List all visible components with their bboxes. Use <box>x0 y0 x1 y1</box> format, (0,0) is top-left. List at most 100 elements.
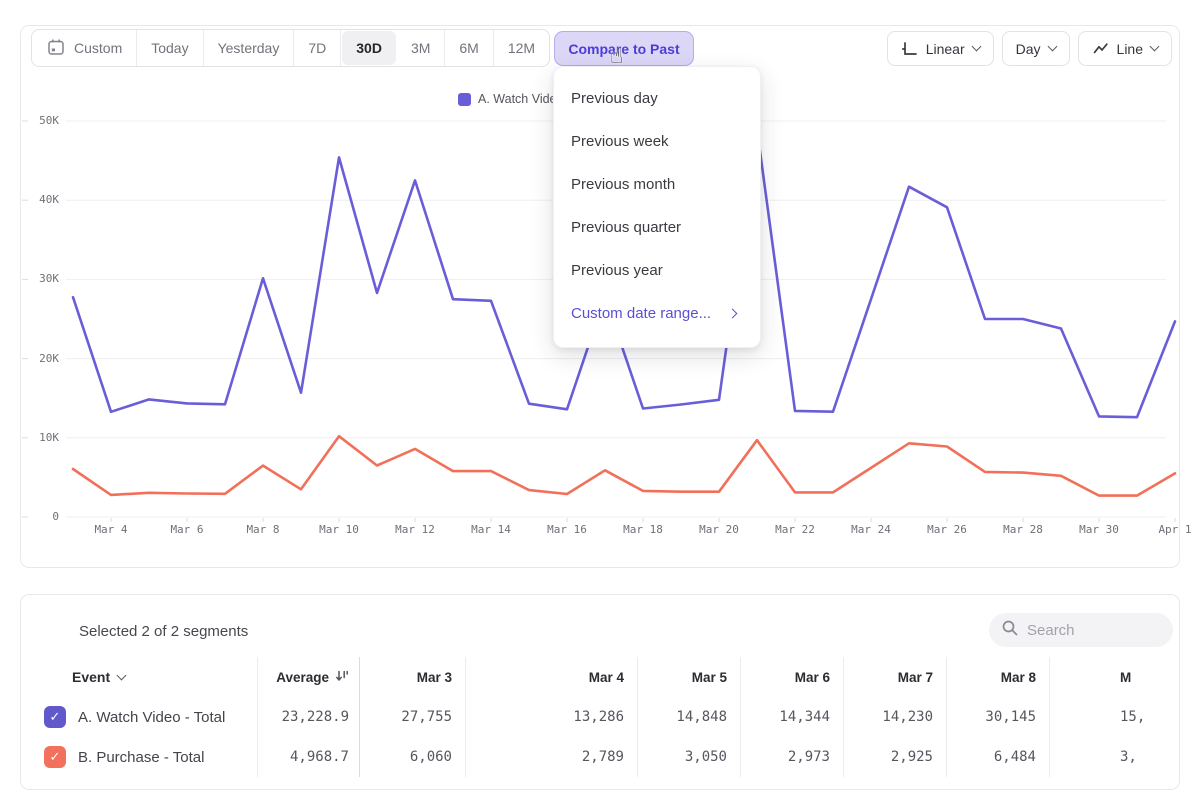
date-preset-label: 30D <box>356 40 382 56</box>
segments-table-card: ✓ Selected 2 of 2 segments Event Average M… <box>20 594 1180 790</box>
segment-row-a-watch-video-total[interactable]: ✓A. Watch Video - Total <box>22 697 257 737</box>
table-cell: 15, <box>1049 697 1180 737</box>
menu-item-custom-date-range[interactable]: Custom date range... <box>554 292 760 335</box>
x-tick-label: Mar 26 <box>917 523 977 536</box>
date-preset-custom[interactable]: Custom <box>32 30 137 66</box>
chart-controls: Linear Day Line <box>887 31 1172 66</box>
legend-label: A. Watch Video <box>478 92 563 106</box>
segment-checkbox[interactable]: ✓ <box>44 706 66 728</box>
column-header-mar-6: Mar 6 <box>740 657 843 697</box>
table-cell: 4,968.7 <box>257 737 359 777</box>
linear-axis-icon <box>901 41 918 57</box>
date-preset-7d[interactable]: 7D <box>294 30 341 66</box>
column-header-m: M <box>1049 657 1180 697</box>
chevron-down-icon <box>1047 42 1057 52</box>
x-tick-label: Mar 18 <box>613 523 673 536</box>
x-tick-label: Apr 1 <box>1145 523 1200 536</box>
column-header-label: Mar 6 <box>795 670 830 685</box>
menu-item-previous-week[interactable]: Previous week <box>554 120 760 163</box>
chevron-down-icon <box>1150 42 1160 52</box>
date-preset-label: 3M <box>411 40 430 56</box>
table-cell: 13,286 <box>465 697 637 737</box>
table-cell: 14,344 <box>740 697 843 737</box>
x-tick-label: Mar 12 <box>385 523 445 536</box>
column-header-mar-4: Mar 4 <box>465 657 637 697</box>
date-preset-label: 6M <box>459 40 478 56</box>
column-header-mar-5: Mar 5 <box>637 657 740 697</box>
calendar-icon <box>46 37 66 60</box>
segments-search <box>989 613 1173 647</box>
date-preset-12m[interactable]: 12M <box>494 30 549 66</box>
menu-item-previous-day[interactable]: Previous day <box>554 77 760 120</box>
date-preset-label: Yesterday <box>218 40 280 56</box>
scale-select[interactable]: Linear <box>887 31 994 66</box>
column-header-label: M <box>1120 670 1131 685</box>
column-header-label: Mar 8 <box>1001 670 1036 685</box>
table-cell: 30,145 <box>946 697 1049 737</box>
menu-item-label: Custom date range... <box>571 305 711 322</box>
date-preset-6m[interactable]: 6M <box>445 30 493 66</box>
x-tick-label: Mar 22 <box>765 523 825 536</box>
chevron-down-icon <box>971 42 981 52</box>
menu-item-previous-month[interactable]: Previous month <box>554 163 760 206</box>
segment-row-b-purchase-total[interactable]: ✓B. Purchase - Total <box>22 737 257 777</box>
column-header-label: Event <box>72 669 110 685</box>
interval-select-label: Day <box>1016 41 1041 57</box>
x-tick-label: Mar 8 <box>233 523 293 536</box>
table-cell: 2,925 <box>843 737 946 777</box>
date-range-picker: Custom Today Yesterday 7D 30D 3M 6M 12M <box>31 29 550 67</box>
table-cell: 6,060 <box>359 737 465 777</box>
table-cell: 3, <box>1049 737 1180 777</box>
date-preset-yesterday[interactable]: Yesterday <box>204 30 295 66</box>
select-all-checkbox[interactable]: ✓ <box>41 618 67 644</box>
column-header-label: Average <box>276 670 329 685</box>
column-header-average[interactable]: Average <box>257 657 359 697</box>
x-tick-label: Mar 16 <box>537 523 597 536</box>
x-tick-label: Mar 20 <box>689 523 749 536</box>
compare-to-past-menu: Previous dayPrevious weekPrevious monthP… <box>553 66 761 348</box>
analytics-dashboard: Custom Today Yesterday 7D 30D 3M 6M 12M Compare… <box>0 0 1200 802</box>
table-cell: 2,789 <box>465 737 637 777</box>
segments-table: Event Average Mar 3 Mar 4 Mar 5 Mar 6 Mar 7 Mar… <box>22 657 1180 777</box>
date-preset-label: Custom <box>74 40 122 56</box>
sort-descending-icon[interactable] <box>335 669 349 686</box>
column-header-label: Mar 7 <box>898 670 933 685</box>
scale-select-label: Linear <box>926 41 965 57</box>
x-tick-label: Mar 6 <box>157 523 217 536</box>
table-cell: 3,050 <box>637 737 740 777</box>
compare-to-past-button[interactable]: Compare to Past <box>554 31 694 66</box>
column-header-label: Mar 5 <box>692 670 727 685</box>
y-tick-label: 40K <box>21 193 59 206</box>
date-preset-3m[interactable]: 3M <box>397 30 445 66</box>
table-cell: 27,755 <box>359 697 465 737</box>
column-header-label: Mar 3 <box>417 670 452 685</box>
segment-checkbox[interactable]: ✓ <box>44 746 66 768</box>
y-tick-label: 50K <box>21 114 59 127</box>
menu-item-previous-quarter[interactable]: Previous quarter <box>554 206 760 249</box>
chart-type-select-label: Line <box>1117 41 1143 57</box>
table-cell: 23,228.9 <box>257 697 359 737</box>
table-cell: 14,848 <box>637 697 740 737</box>
column-header-mar-8: Mar 8 <box>946 657 1049 697</box>
legend-item-a-watch-video[interactable]: A. Watch Video <box>458 92 563 106</box>
search-input[interactable] <box>1027 622 1147 639</box>
x-tick-label: Mar 4 <box>81 523 141 536</box>
chart-type-select[interactable]: Line <box>1078 31 1172 66</box>
chevron-down-icon <box>117 670 127 680</box>
interval-select[interactable]: Day <box>1002 31 1070 66</box>
y-tick-label: 0 <box>21 510 59 523</box>
y-tick-label: 10K <box>21 431 59 444</box>
segments-select-row: ✓ Selected 2 of 2 segments <box>41 618 248 644</box>
x-tick-label: Mar 24 <box>841 523 901 536</box>
date-preset-today[interactable]: Today <box>137 30 203 66</box>
legend-swatch <box>458 93 471 106</box>
date-preset-30d[interactable]: 30D <box>342 31 396 65</box>
mouse-cursor: ☝ <box>610 44 623 69</box>
menu-item-previous-year[interactable]: Previous year <box>554 249 760 292</box>
column-header-mar-3: Mar 3 <box>359 657 465 697</box>
selected-segments-label: Selected 2 of 2 segments <box>79 623 248 640</box>
x-tick-label: Mar 30 <box>1069 523 1129 536</box>
x-tick-label: Mar 28 <box>993 523 1053 536</box>
column-header-event[interactable]: Event <box>22 657 257 697</box>
search-icon <box>1001 619 1019 642</box>
